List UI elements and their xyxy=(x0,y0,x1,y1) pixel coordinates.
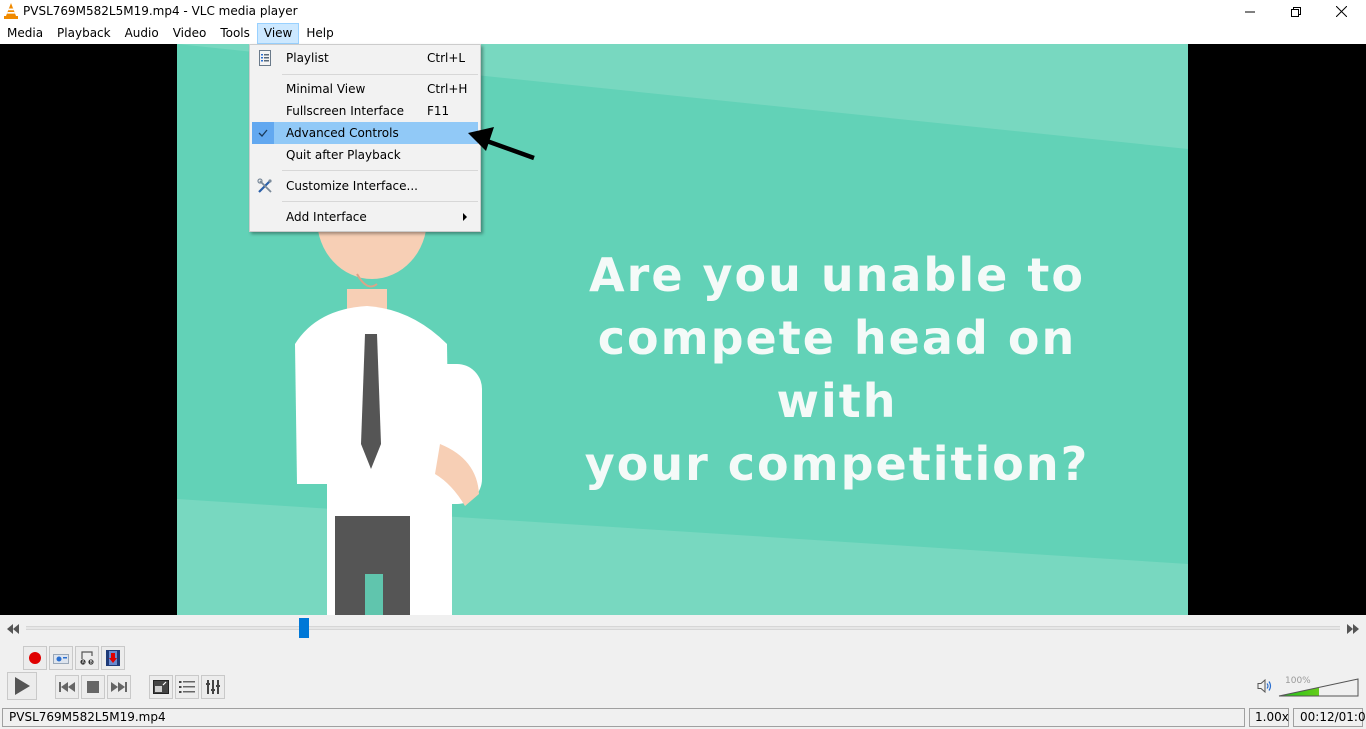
ab-loop-icon: AB xyxy=(80,651,94,666)
menu-item-fullscreen-interface[interactable]: Fullscreen Interface F11 xyxy=(252,100,478,122)
menu-item-label: Advanced Controls xyxy=(286,126,399,140)
window-title: PVSL769M582L5M19.mp4 - VLC media player xyxy=(23,4,298,18)
title-bar: PVSL769M582L5M19.mp4 - VLC media player xyxy=(0,0,1366,23)
speaker-icon[interactable] xyxy=(1257,679,1273,693)
menu-separator xyxy=(282,74,478,75)
menu-item-playlist[interactable]: Playlist Ctrl+L xyxy=(252,47,478,69)
caption-line: your competition? xyxy=(584,437,1090,491)
video-caption: Are you unable to compete head on with y… xyxy=(537,244,1137,496)
play-button[interactable] xyxy=(7,672,37,700)
restore-icon xyxy=(1291,6,1301,17)
play-icon xyxy=(15,677,30,695)
playlist-toggle-icon xyxy=(179,681,195,693)
minimize-icon xyxy=(1245,11,1255,12)
equalizer-icon xyxy=(206,680,220,694)
menu-playback[interactable]: Playback xyxy=(50,23,118,44)
next-icon xyxy=(111,682,127,692)
previous-button[interactable] xyxy=(55,675,79,699)
record-icon xyxy=(29,652,41,664)
menu-item-label: Fullscreen Interface xyxy=(286,104,404,118)
camera-icon xyxy=(53,654,69,664)
menu-item-label: Playlist xyxy=(286,51,329,65)
vlc-cone-icon xyxy=(4,3,18,19)
caption-line: compete head on with xyxy=(597,311,1077,428)
close-icon xyxy=(1335,6,1347,17)
menu-separator xyxy=(282,201,478,202)
menu-video[interactable]: Video xyxy=(166,23,214,44)
menu-item-customize-interface[interactable]: Customize Interface... xyxy=(252,175,478,197)
menu-tools[interactable]: Tools xyxy=(213,23,257,44)
menu-item-label: Quit after Playback xyxy=(286,148,401,162)
seek-slider[interactable] xyxy=(26,618,1340,638)
menu-item-shortcut: Ctrl+H xyxy=(427,82,468,96)
menu-item-advanced-controls[interactable]: Advanced Controls xyxy=(252,122,478,144)
frame-step-icon xyxy=(106,650,120,666)
seek-backward-icon[interactable] xyxy=(6,624,20,634)
tools-icon xyxy=(257,178,272,193)
playlist-button[interactable] xyxy=(175,675,199,699)
checkbox-highlight xyxy=(252,122,274,144)
status-filename: PVSL769M582L5M19.mp4 xyxy=(2,708,1245,727)
record-button[interactable] xyxy=(23,646,47,670)
frame-by-frame-button[interactable] xyxy=(101,646,125,670)
menu-bar: Media Playback Audio Video Tools View He… xyxy=(0,23,1366,44)
menu-separator xyxy=(282,170,478,171)
playlist-icon xyxy=(259,50,271,66)
view-menu-dropdown: Playlist Ctrl+L Minimal View Ctrl+H Full… xyxy=(249,44,481,232)
vlc-window: PVSL769M582L5M19.mp4 - VLC media player … xyxy=(0,0,1366,729)
menu-item-shortcut: F11 xyxy=(427,104,450,118)
stop-button[interactable] xyxy=(81,675,105,699)
menu-audio[interactable]: Audio xyxy=(118,23,166,44)
minimize-button[interactable] xyxy=(1227,0,1273,23)
fullscreen-icon xyxy=(153,680,169,694)
snapshot-button[interactable] xyxy=(49,646,73,670)
ab-loop-button[interactable]: AB xyxy=(75,646,99,670)
next-button[interactable] xyxy=(107,675,131,699)
submenu-arrow-icon xyxy=(463,213,467,221)
menu-item-add-interface[interactable]: Add Interface xyxy=(252,206,478,228)
menu-item-label: Add Interface xyxy=(286,210,367,224)
video-area[interactable]: Are you unable to compete head on with y… xyxy=(0,44,1366,615)
extended-settings-button[interactable] xyxy=(201,675,225,699)
checkmark-icon xyxy=(258,129,268,137)
menu-item-quit-after-playback[interactable]: Quit after Playback xyxy=(252,144,478,166)
previous-icon xyxy=(59,682,75,692)
controls-panel: AB 100% xyxy=(0,615,1366,707)
time-display[interactable]: 00:12/01:02 xyxy=(1293,708,1366,727)
caption-line: Are you unable to xyxy=(589,248,1085,302)
menu-media[interactable]: Media xyxy=(0,23,50,44)
stop-icon xyxy=(87,681,99,693)
menu-view[interactable]: View xyxy=(256,23,300,44)
menu-item-label: Minimal View xyxy=(286,82,366,96)
playback-speed[interactable]: 1.00x xyxy=(1249,708,1289,727)
fullscreen-button[interactable] xyxy=(149,675,173,699)
menu-item-shortcut: Ctrl+L xyxy=(427,51,466,65)
status-bar: PVSL769M582L5M19.mp4 1.00x 00:12/01:02 xyxy=(0,707,1366,729)
menu-help[interactable]: Help xyxy=(299,23,340,44)
svg-text:B: B xyxy=(90,660,93,666)
close-button[interactable] xyxy=(1318,0,1364,23)
restore-button[interactable] xyxy=(1273,0,1319,23)
annotation-arrow-icon xyxy=(468,127,535,161)
menu-item-minimal-view[interactable]: Minimal View Ctrl+H xyxy=(252,78,478,100)
seek-forward-icon[interactable] xyxy=(1346,624,1360,634)
volume-slider[interactable] xyxy=(1278,678,1360,698)
seek-handle[interactable] xyxy=(298,618,309,638)
menu-item-label: Customize Interface... xyxy=(286,179,418,193)
